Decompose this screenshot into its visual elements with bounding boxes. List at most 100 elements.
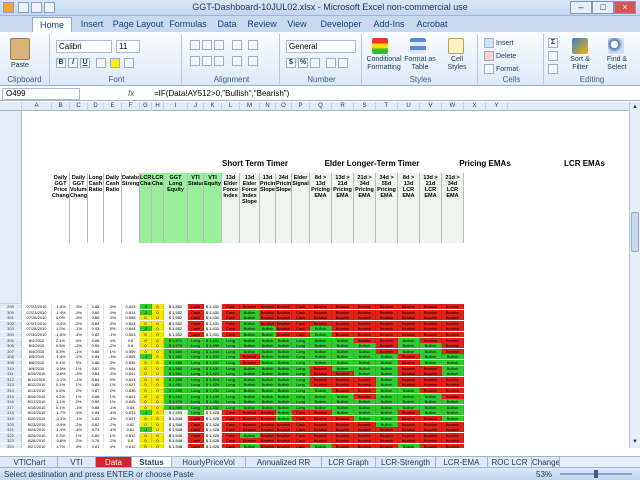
align-middle-icon[interactable]: [202, 40, 212, 50]
save-icon[interactable]: [18, 2, 29, 13]
column-header[interactable]: K: [204, 102, 222, 111]
table-cell[interactable]: Bullish: [376, 404, 398, 410]
table-cell[interactable]: Bearish: [310, 421, 332, 427]
table-cell[interactable]: Cash: [222, 438, 240, 444]
table-cell[interactable]: 8/27/2010: [22, 444, 52, 448]
row-number[interactable]: 306: [0, 343, 22, 349]
table-cell[interactable]: Bearish: [376, 348, 398, 354]
table-cell[interactable]: Bearish: [398, 354, 420, 360]
table-cell[interactable]: -4%: [70, 332, 88, 337]
table-cell[interactable]: $ 1,551: [164, 382, 188, 388]
table-cell[interactable]: 8/23/2010: [22, 421, 52, 427]
table-cell[interactable]: 0: [152, 410, 164, 416]
scroll-down-icon[interactable]: ▼: [631, 438, 639, 446]
table-cell[interactable]: Bearish: [276, 326, 292, 332]
table-row[interactable]: 319 8/20/2010 -0.3% -1% 0.83 -1% 0.627 0 0 $ 1,54…: [0, 416, 629, 421]
font-color-icon[interactable]: [124, 58, 134, 68]
table-cell[interactable]: 0: [140, 376, 152, 382]
column-header[interactable]: A: [22, 102, 52, 111]
table-cell[interactable]: Bearish: [442, 315, 464, 321]
comma-icon[interactable]: [310, 58, 320, 68]
table-cell[interactable]: -5%: [70, 410, 88, 416]
column-header[interactable]: F: [122, 102, 140, 111]
table-cell[interactable]: -2%: [70, 320, 88, 326]
table-cell[interactable]: 0.641: [122, 371, 140, 377]
table-cell[interactable]: Cash: [222, 309, 240, 315]
table-cell[interactable]: Cash: [292, 416, 310, 421]
autosum-button[interactable]: Σ: [548, 38, 558, 48]
table-cell[interactable]: 0.86: [88, 304, 104, 309]
table-cell[interactable]: -2%: [104, 421, 122, 427]
table-cell[interactable]: Cash: [222, 326, 240, 332]
table-cell[interactable]: $ 1,428: [204, 432, 222, 438]
table-cell[interactable]: 07/27/2010: [22, 320, 52, 326]
table-cell[interactable]: Bearish: [310, 432, 332, 438]
table-cell[interactable]: Bearish: [240, 427, 260, 433]
row-number[interactable]: 321: [0, 427, 22, 433]
table-cell[interactable]: 0: [140, 444, 152, 448]
table-cell[interactable]: Bullish: [332, 348, 354, 354]
table-cell[interactable]: 0.61: [122, 427, 140, 433]
table-cell[interactable]: Bullish: [376, 416, 398, 421]
table-cell[interactable]: -2%: [104, 438, 122, 444]
table-cell[interactable]: Bullish: [276, 382, 292, 388]
table-cell[interactable]: 0: [140, 432, 152, 438]
table-cell[interactable]: Bearish: [376, 337, 398, 343]
table-cell[interactable]: Bearish: [420, 444, 442, 448]
table-cell[interactable]: 0.1%: [52, 382, 70, 388]
table-cell[interactable]: 07/30/2010: [22, 332, 52, 337]
table-row[interactable]: 303 07/28/2010 1.2% -1% 0.93 5% 0.644 -2 0 $ 1,55…: [0, 326, 629, 332]
column-header[interactable]: B: [52, 102, 70, 111]
table-cell[interactable]: 0: [152, 432, 164, 438]
table-cell[interactable]: Bullish: [332, 393, 354, 399]
table-cell[interactable]: $ 1,431: [204, 326, 222, 332]
table-cell[interactable]: Bearish: [354, 388, 376, 393]
tab-data[interactable]: Data: [212, 17, 242, 32]
table-cell[interactable]: 1%: [70, 432, 88, 438]
increase-decimal-icon[interactable]: [326, 58, 336, 68]
table-cell[interactable]: $ 1,428: [204, 444, 222, 448]
table-cell[interactable]: Bullish: [420, 410, 442, 416]
table-cell[interactable]: -0.8%: [52, 438, 70, 444]
table-cell[interactable]: Bearish: [332, 304, 354, 309]
table-cell[interactable]: Bearish: [354, 337, 376, 343]
table-cell[interactable]: Bullish: [376, 365, 398, 371]
table-cell[interactable]: Bearish: [240, 421, 260, 427]
percent-button[interactable]: %: [298, 58, 308, 68]
table-cell[interactable]: 1.7%: [52, 444, 70, 448]
column-header[interactable]: H: [152, 102, 164, 111]
table-cell[interactable]: Bullish: [240, 393, 260, 399]
table-cell[interactable]: Long: [292, 360, 310, 365]
column-header[interactable]: O: [276, 102, 292, 111]
table-cell[interactable]: -1%: [104, 404, 122, 410]
table-cell[interactable]: Long: [188, 337, 204, 343]
table-cell[interactable]: Bullish: [240, 371, 260, 377]
cell-styles-icon[interactable]: [448, 38, 464, 54]
table-cell[interactable]: $ 1,425: [204, 382, 222, 388]
table-cell[interactable]: Long: [188, 399, 204, 405]
table-cell[interactable]: $ 1,548: [164, 421, 188, 427]
table-cell[interactable]: $ 1,551: [164, 371, 188, 377]
table-cell[interactable]: 8/13/2010: [22, 388, 52, 393]
table-cell[interactable]: Bearish: [354, 304, 376, 309]
table-cell[interactable]: Bearish: [260, 304, 276, 309]
table-cell[interactable]: Cash: [292, 309, 310, 315]
table-cell[interactable]: Bullish: [376, 399, 398, 405]
select-all-corner[interactable]: [0, 102, 22, 111]
table-cell[interactable]: 0: [152, 337, 164, 343]
table-cell[interactable]: 0: [152, 376, 164, 382]
table-cell[interactable]: 2%: [70, 399, 88, 405]
vertical-scrollbar[interactable]: ▲ ▼: [629, 102, 640, 448]
table-cell[interactable]: $ 1,552: [164, 309, 188, 315]
table-cell[interactable]: Bearish: [260, 421, 276, 427]
table-cell[interactable]: 07/22/2010: [22, 304, 52, 309]
wrap-text-icon[interactable]: [248, 40, 258, 50]
table-cell[interactable]: 0.627: [122, 382, 140, 388]
table-cell[interactable]: -9%: [70, 309, 88, 315]
table-cell[interactable]: Cash: [222, 320, 240, 326]
table-cell[interactable]: 0.633: [122, 410, 140, 416]
table-cell[interactable]: 0: [152, 320, 164, 326]
table-cell[interactable]: 3%: [70, 360, 88, 365]
table-cell[interactable]: Bearish: [310, 304, 332, 309]
table-cell[interactable]: Bullish: [310, 399, 332, 405]
